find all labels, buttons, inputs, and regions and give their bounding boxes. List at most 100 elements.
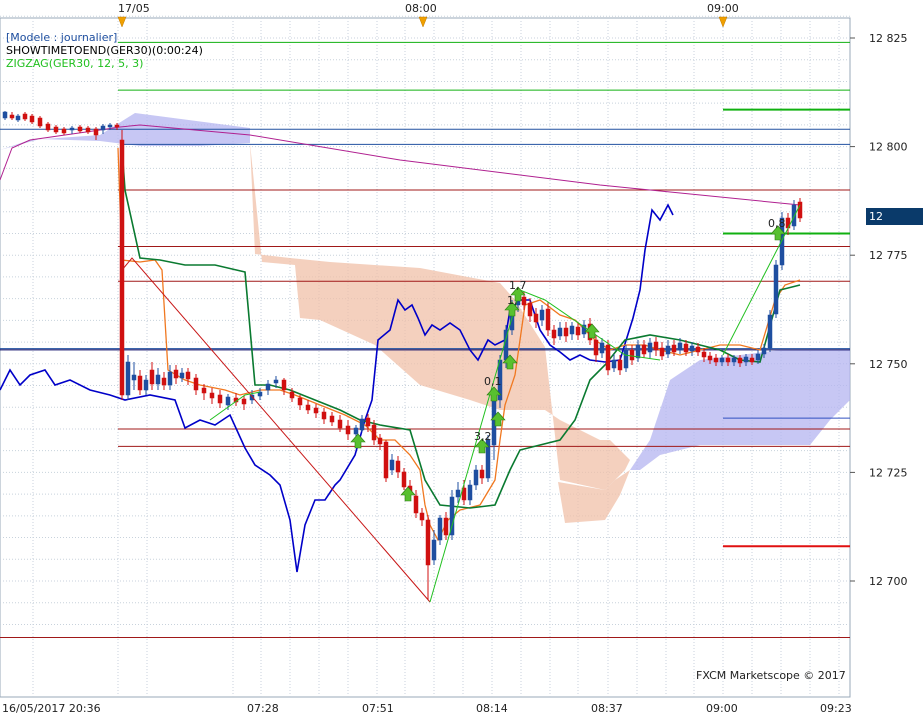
candle-97 xyxy=(647,338,653,358)
candle-body-115 xyxy=(755,353,761,361)
candle-68 xyxy=(473,465,479,490)
candle-45 xyxy=(329,412,335,426)
candle-body-26 xyxy=(179,372,185,379)
candle-body-50 xyxy=(365,417,371,427)
candle-body-62 xyxy=(437,517,443,541)
zigzag-label-2: 0,1 xyxy=(484,375,502,388)
candle-31 xyxy=(217,390,223,408)
zigzag-label-4: 0,8 xyxy=(768,217,786,230)
candle-body-12 xyxy=(93,128,99,136)
candle-body-107 xyxy=(707,355,713,361)
candle-body-48 xyxy=(353,427,359,435)
cloud-orange-1 xyxy=(250,143,630,490)
candle-body-80 xyxy=(545,308,551,331)
y-tick-label-5: 12 825 xyxy=(869,32,908,45)
y-tick-label-0: 12 700 xyxy=(869,575,908,588)
x-top-label-2: 09:00 xyxy=(707,2,739,15)
cloud-blue-2 xyxy=(630,350,850,470)
legend-model: [Modele : journalier] xyxy=(6,31,118,44)
candle-body-103 xyxy=(683,343,689,353)
candle-body-53 xyxy=(383,441,389,479)
candle-body-76 xyxy=(521,296,527,306)
candle-body-89 xyxy=(599,342,605,354)
x-bottom-label-0: 16/05/2017 20:36 xyxy=(2,702,101,715)
x-bottom-label-2: 07:51 xyxy=(362,702,394,715)
candle-body-10 xyxy=(77,126,83,132)
candle-body-25 xyxy=(173,369,179,379)
candle-55 xyxy=(395,456,401,478)
candle-body-15 xyxy=(114,124,120,128)
watermark: FXCM Marketscope © 2017 xyxy=(696,669,846,682)
x-bottom-label-5: 09:00 xyxy=(706,702,738,715)
candle-body-22 xyxy=(155,374,161,385)
x-top-marker-1 xyxy=(418,16,428,28)
candle-122 xyxy=(797,198,803,222)
candle-body-37 xyxy=(265,383,271,391)
candle-body-34 xyxy=(241,398,247,405)
candle-100 xyxy=(665,340,671,358)
candle-body-78 xyxy=(533,313,539,323)
candle-69 xyxy=(479,465,485,484)
candle-0 xyxy=(2,111,8,120)
candle-2 xyxy=(15,114,21,122)
candle-82 xyxy=(557,322,563,340)
candle-52 xyxy=(377,434,383,450)
candle-89 xyxy=(599,338,605,358)
candle-body-39 xyxy=(281,379,287,391)
candle-body-96 xyxy=(641,344,647,355)
candle-body-109 xyxy=(719,357,725,363)
y-tick-label-2: 12 750 xyxy=(869,358,908,371)
candle-body-104 xyxy=(689,345,695,352)
candle-body-8 xyxy=(61,128,67,134)
candle-body-83 xyxy=(563,327,569,337)
candle-body-28 xyxy=(193,377,199,391)
zigzag-label-3: 3,2 xyxy=(474,430,492,443)
candle-body-85 xyxy=(575,326,581,336)
candle-body-108 xyxy=(713,357,719,363)
candle-body-21 xyxy=(149,369,155,385)
candle-6 xyxy=(45,122,51,132)
zigzag-label-0: 1,7 xyxy=(509,279,527,292)
candle-118 xyxy=(773,260,779,318)
legend-indicator-zigzag: ZIGZAG(GER30, 12, 5, 3) xyxy=(6,57,144,70)
candle-body-113 xyxy=(743,356,749,363)
candle-22 xyxy=(155,368,161,390)
candle-body-5 xyxy=(37,117,43,127)
x-bottom-label-4: 08:37 xyxy=(591,702,623,715)
candle-body-97 xyxy=(647,342,653,353)
candle-body-45 xyxy=(329,415,335,423)
candle-body-52 xyxy=(377,437,383,445)
candle-body-112 xyxy=(737,357,743,364)
y-tick-label-3: 12 775 xyxy=(869,249,908,262)
candle-34 xyxy=(241,396,247,410)
candle-body-19 xyxy=(137,375,143,391)
candle-body-14 xyxy=(107,124,113,128)
candle-99 xyxy=(659,342,665,360)
candle-27 xyxy=(185,368,191,385)
price-chart[interactable]: 1,7 1, 0,1 3,2 0,8 12 700 12 725 12 750 12 775 1… xyxy=(0,0,923,720)
candle-body-69 xyxy=(479,469,485,479)
x-bottom-label-1: 07:28 xyxy=(247,702,279,715)
y-tick-label-1: 12 725 xyxy=(869,466,908,479)
candle-body-47 xyxy=(345,425,351,435)
candle-body-68 xyxy=(473,469,479,486)
candle-28 xyxy=(193,374,199,395)
candle-body-42 xyxy=(305,404,311,411)
candle-11 xyxy=(85,126,91,134)
candle-body-121 xyxy=(791,204,797,227)
candle-body-43 xyxy=(313,407,319,414)
candle-8 xyxy=(61,127,67,135)
candle-body-105 xyxy=(695,346,701,353)
candle-body-20 xyxy=(143,379,149,391)
candle-117 xyxy=(767,310,773,352)
candle-body-56 xyxy=(401,471,407,488)
candle-98 xyxy=(653,337,659,356)
x-top-marker-2 xyxy=(718,16,728,28)
candle-body-55 xyxy=(395,460,401,473)
candle-body-60 xyxy=(425,519,431,566)
candle-body-7 xyxy=(53,126,59,133)
candle-body-118 xyxy=(773,264,779,315)
candle-body-111 xyxy=(731,357,737,363)
candle-54 xyxy=(389,454,395,475)
legend-indicator-showtime: SHOWTIMETOEND(GER30)(0:00:24) xyxy=(6,44,203,57)
